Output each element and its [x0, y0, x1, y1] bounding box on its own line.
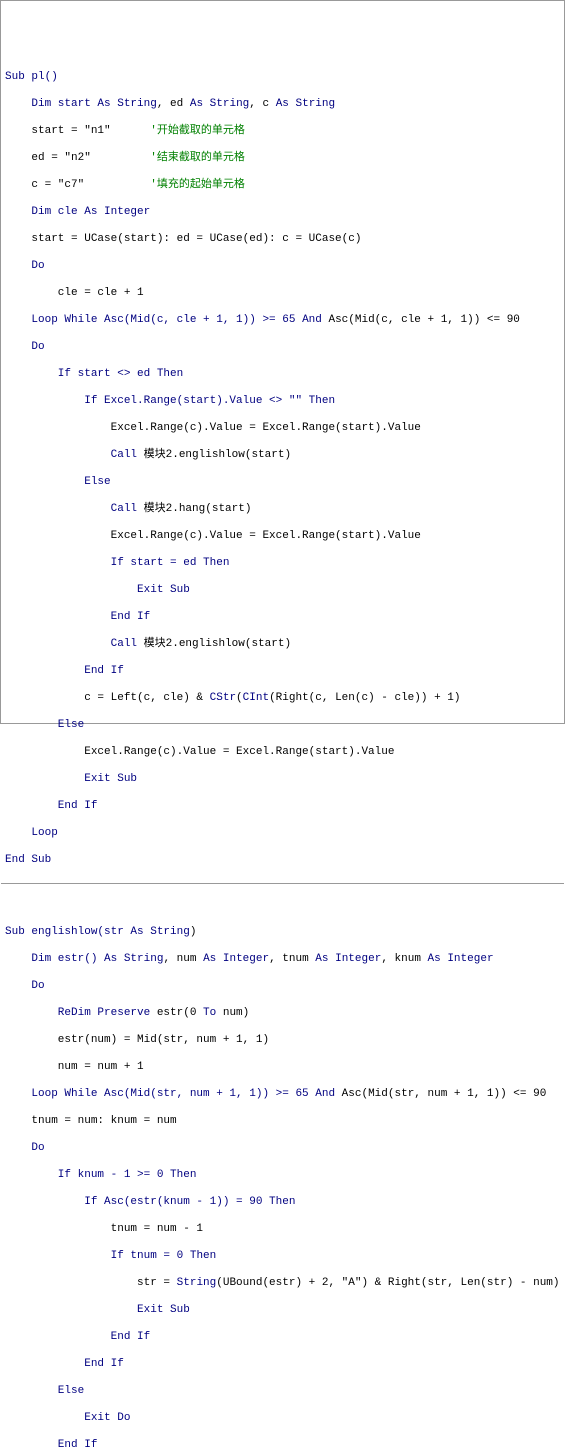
code-text: Then: [170, 1169, 196, 1181]
code-text: c = Left(c, cle) &: [5, 692, 210, 704]
code-text: Call: [5, 638, 137, 650]
code-text: estr(0: [150, 1007, 203, 1019]
code-text: Then: [157, 368, 183, 380]
code-text: As String: [97, 98, 156, 110]
code-text: Exit Do: [5, 1412, 130, 1424]
code-text: cle = cle + 1: [5, 287, 144, 299]
code-text: As Integer: [84, 206, 150, 218]
code-text: , num: [163, 953, 203, 965]
code-text: Do: [5, 980, 45, 992]
code-text: If start = ed: [5, 557, 203, 569]
code-text: As String: [104, 953, 163, 965]
code-text: Call: [5, 449, 137, 461]
code-text: estr(num) = Mid(str, num + 1, 1): [5, 1034, 269, 1046]
code-text: End Sub: [5, 854, 51, 866]
code-text: Then: [190, 1250, 216, 1262]
code-text: Do: [5, 341, 45, 353]
code-text: 模块2.englishlow(start): [137, 449, 291, 461]
code-text: , c: [249, 98, 275, 110]
code-text: If tnum = 0: [5, 1250, 190, 1262]
code-text: Loop: [5, 827, 58, 839]
code-text: End If: [5, 1331, 150, 1343]
code-text: Sub englishlow(str: [5, 926, 130, 938]
code-text: If Excel.Range(start).Value <> "": [5, 395, 309, 407]
code-text: Do: [5, 1142, 45, 1154]
code-text: Exit Sub: [5, 1304, 190, 1316]
code-text: If start <> ed: [5, 368, 157, 380]
code-text: End If: [5, 1358, 124, 1370]
code-text: Exit Sub: [5, 773, 137, 785]
code-text: And: [315, 1088, 335, 1100]
code-text: Dim start: [5, 98, 97, 110]
code-text: Do: [5, 260, 45, 272]
code-text: End If: [5, 1439, 97, 1448]
code-text: (: [236, 692, 243, 704]
comment: '填充的起始单元格: [150, 179, 245, 191]
code-text: (Right(c, Len(c) - cle)) + 1): [269, 692, 460, 704]
code-text: And: [302, 314, 322, 326]
code-text: Dim cle: [5, 206, 84, 218]
code-text: ReDim Preserve: [5, 1007, 150, 1019]
code-text: Loop While Asc(Mid(str, num + 1, 1)) >= …: [5, 1088, 315, 1100]
code-text: Excel.Range(c).Value = Excel.Range(start…: [5, 530, 421, 542]
code-text: CStr: [210, 692, 236, 704]
code-text: Then: [203, 557, 229, 569]
code-text: As String: [276, 98, 335, 110]
code-text: If knum - 1 >= 0: [5, 1169, 170, 1181]
code-text: End If: [5, 611, 150, 623]
code-text: , knum: [381, 953, 427, 965]
comment: '开始截取的单元格: [150, 125, 245, 137]
code-text: (UBound(estr) + 2, "A") & Right(str, Len…: [216, 1277, 559, 1289]
code-text: Excel.Range(c).Value = Excel.Range(start…: [5, 746, 394, 758]
code-text: End If: [5, 665, 124, 677]
code-text: , ed: [157, 98, 190, 110]
code-text: Loop While Asc(Mid(c, cle + 1, 1)) >= 65: [5, 314, 302, 326]
code-text: start = "n1": [5, 125, 150, 137]
code-text: 模块2.englishlow(start): [137, 638, 291, 650]
code-text: ): [190, 926, 197, 938]
code-text: As Integer: [315, 953, 381, 965]
code-text: As Integer: [203, 953, 269, 965]
code-text: Dim estr(): [5, 953, 104, 965]
code-text: String: [177, 1277, 217, 1289]
code-text: As String: [190, 98, 249, 110]
code-text: As String: [130, 926, 189, 938]
code-text: Excel.Range(c).Value = Excel.Range(start…: [5, 422, 421, 434]
code-text: Asc(Mid(str, num + 1, 1)) <= 90: [335, 1088, 546, 1100]
sub-pl-block: Sub pl() Dim start As String, ed As Stri…: [1, 55, 564, 884]
code-text: start = UCase(start): ed = UCase(ed): c …: [5, 233, 361, 245]
code-text: To: [203, 1007, 216, 1019]
code-text: As Integer: [428, 953, 494, 965]
code-text: tnum = num - 1: [5, 1223, 203, 1235]
code-text: End If: [5, 800, 97, 812]
code-text: num = num + 1: [5, 1061, 144, 1073]
code-text: tnum = num: knum = num: [5, 1115, 177, 1127]
code-text: Asc(Mid(c, cle + 1, 1)) <= 90: [322, 314, 520, 326]
code-text: Call: [5, 503, 137, 515]
code-text: Sub pl(): [5, 71, 58, 83]
code-text: str =: [5, 1277, 177, 1289]
code-text: , tnum: [269, 953, 315, 965]
code-text: Else: [5, 476, 111, 488]
code-text: CInt: [243, 692, 269, 704]
code-text: num): [216, 1007, 249, 1019]
code-text: If Asc(estr(knum - 1)) = 90: [5, 1196, 269, 1208]
code-text: c = "c7": [5, 179, 150, 191]
code-text: Exit Sub: [5, 584, 190, 596]
code-text: Else: [5, 719, 84, 731]
code-text: Then: [309, 395, 335, 407]
code-text: Then: [269, 1196, 295, 1208]
code-text: Else: [5, 1385, 84, 1397]
comment: '结束截取的单元格: [150, 152, 245, 164]
code-text: 模块2.hang(start): [137, 503, 251, 515]
code-text: ed = "n2": [5, 152, 150, 164]
sub-englishlow-block: Sub englishlow(str As String) Dim estr()…: [1, 911, 564, 1448]
